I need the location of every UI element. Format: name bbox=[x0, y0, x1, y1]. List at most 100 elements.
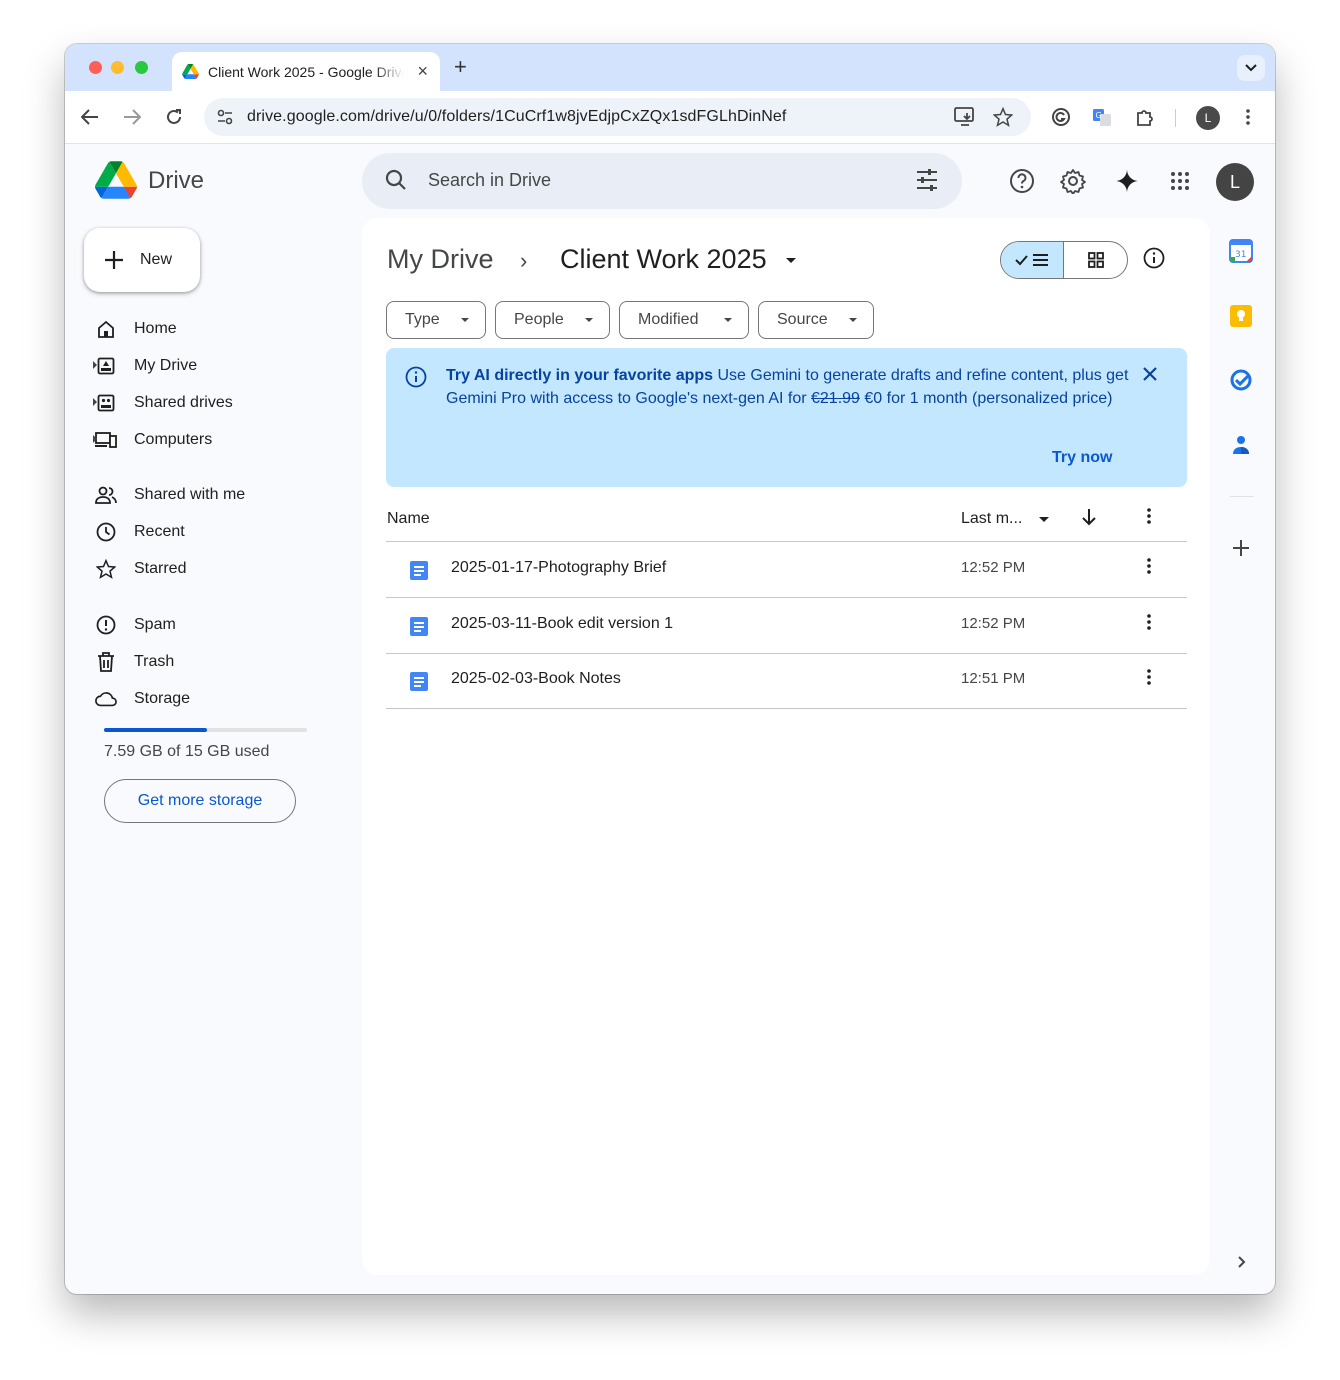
more-options-icon[interactable] bbox=[1147, 508, 1151, 529]
sidebar-item-shared-with-me[interactable]: Shared with me bbox=[95, 480, 245, 510]
close-window-button[interactable] bbox=[89, 61, 102, 74]
settings-gear-icon[interactable] bbox=[1059, 167, 1087, 195]
browser-profile-avatar[interactable]: L bbox=[1196, 106, 1220, 130]
banner-old-price: €21.99 bbox=[811, 390, 860, 407]
sidebar-item-spam[interactable]: Spam bbox=[95, 610, 176, 640]
search-icon[interactable] bbox=[385, 169, 407, 196]
sort-field-dropdown-icon[interactable] bbox=[1039, 517, 1049, 522]
file-name: 2025-02-03-Book Notes bbox=[451, 670, 621, 687]
filter-source-chip[interactable]: Source bbox=[758, 301, 874, 339]
maximize-window-button[interactable] bbox=[135, 61, 148, 74]
breadcrumb-current-folder[interactable]: Client Work 2025 bbox=[560, 244, 767, 275]
storage-usage-text: 7.59 GB of 15 GB used bbox=[104, 743, 270, 760]
plus-icon bbox=[105, 251, 123, 269]
help-icon[interactable] bbox=[1008, 167, 1036, 195]
info-icon bbox=[405, 366, 427, 393]
browser-menu-icon[interactable] bbox=[1237, 106, 1259, 128]
expand-caret-icon[interactable] bbox=[93, 398, 97, 406]
sidebar-item-label: Recent bbox=[134, 523, 185, 540]
rail-divider bbox=[1230, 496, 1254, 497]
filter-type-chip[interactable]: Type bbox=[386, 301, 486, 339]
search-input[interactable]: Search in Drive bbox=[362, 153, 962, 209]
apps-grid-icon[interactable] bbox=[1166, 167, 1194, 195]
get-more-storage-button[interactable]: Get more storage bbox=[104, 779, 296, 823]
storage-progress-bar bbox=[104, 728, 307, 732]
grid-view-button[interactable] bbox=[1064, 242, 1127, 278]
sidebar-item-label: Starred bbox=[134, 560, 187, 577]
computers-icon bbox=[95, 429, 117, 451]
contacts-icon[interactable] bbox=[1229, 433, 1253, 457]
tasks-icon[interactable] bbox=[1229, 368, 1253, 392]
close-tab-icon[interactable]: × bbox=[417, 61, 428, 82]
breadcrumb-my-drive[interactable]: My Drive bbox=[387, 244, 494, 275]
list-view-button[interactable] bbox=[1001, 242, 1064, 278]
sidebar-item-trash[interactable]: Trash bbox=[95, 647, 174, 677]
minimize-window-button[interactable] bbox=[111, 61, 124, 74]
file-row[interactable]: 2025-03-11-Book edit version 1 12:52 PM bbox=[386, 598, 1187, 654]
cloud-icon bbox=[95, 688, 117, 710]
try-now-button[interactable]: Try now bbox=[1052, 449, 1112, 467]
close-icon[interactable] bbox=[1142, 366, 1158, 387]
translate-extension-icon[interactable]: G bbox=[1091, 106, 1113, 128]
bookmark-star-icon[interactable] bbox=[992, 106, 1014, 132]
gemini-sparkle-icon[interactable] bbox=[1113, 167, 1141, 195]
install-app-icon[interactable] bbox=[954, 107, 976, 132]
file-row[interactable]: 2025-02-03-Book Notes 12:51 PM bbox=[386, 653, 1187, 709]
browser-toolbar: drive.google.com/drive/u/0/folders/1CuCr… bbox=[65, 91, 1275, 144]
column-name-header[interactable]: Name bbox=[387, 510, 430, 528]
tab-title: Client Work 2025 - Google Drive bbox=[208, 63, 404, 80]
tab-search-button[interactable] bbox=[1237, 55, 1265, 81]
new-button[interactable]: New bbox=[84, 228, 200, 292]
sidebar-item-starred[interactable]: Starred bbox=[95, 554, 186, 584]
address-bar[interactable]: drive.google.com/drive/u/0/folders/1CuCr… bbox=[204, 98, 1031, 136]
sidebar-item-home[interactable]: Home bbox=[95, 314, 177, 344]
info-icon[interactable] bbox=[1143, 247, 1165, 274]
sidebar-item-storage[interactable]: Storage bbox=[95, 684, 190, 714]
forward-icon[interactable] bbox=[121, 106, 143, 128]
reload-icon[interactable] bbox=[163, 106, 185, 128]
keep-icon[interactable] bbox=[1229, 304, 1253, 328]
expand-caret-icon[interactable] bbox=[93, 361, 97, 369]
filter-label: People bbox=[514, 311, 564, 328]
browser-window: Client Work 2025 - Google Drive × + driv… bbox=[65, 44, 1275, 1294]
folder-menu-caret-icon[interactable] bbox=[786, 258, 796, 263]
app-name[interactable]: Drive bbox=[148, 167, 204, 195]
storage-progress-fill bbox=[104, 728, 207, 732]
filter-people-chip[interactable]: People bbox=[495, 301, 610, 339]
sort-direction-arrow-icon[interactable] bbox=[1081, 508, 1097, 531]
people-icon bbox=[95, 484, 117, 506]
site-settings-icon[interactable] bbox=[216, 108, 234, 131]
svg-text:G: G bbox=[1096, 111, 1102, 120]
expand-caret-icon[interactable] bbox=[93, 435, 97, 443]
more-options-icon[interactable] bbox=[1147, 614, 1151, 635]
browser-tab[interactable]: Client Work 2025 - Google Drive × bbox=[172, 52, 440, 91]
add-addon-icon[interactable] bbox=[1229, 536, 1253, 560]
star-icon bbox=[95, 558, 117, 580]
drive-logo-icon[interactable] bbox=[95, 161, 137, 204]
grid-view-icon bbox=[1087, 252, 1104, 268]
search-options-icon[interactable] bbox=[915, 169, 939, 196]
filter-label: Type bbox=[405, 311, 440, 328]
sidebar-item-label: My Drive bbox=[134, 357, 198, 374]
breadcrumb-separator: › bbox=[520, 248, 528, 273]
sidebar-item-computers[interactable]: Computers bbox=[93, 425, 212, 455]
grammarly-extension-icon[interactable] bbox=[1050, 106, 1072, 128]
account-avatar[interactable]: L bbox=[1216, 163, 1254, 201]
calendar-icon[interactable]: 31 bbox=[1229, 239, 1253, 263]
more-options-icon[interactable] bbox=[1147, 558, 1151, 579]
banner-body-2: €0 for 1 month (personalized price) bbox=[859, 390, 1113, 407]
filter-modified-chip[interactable]: Modified bbox=[619, 301, 749, 339]
home-icon bbox=[95, 318, 117, 340]
sidebar-item-shared-drives[interactable]: Shared drives bbox=[93, 388, 233, 418]
back-icon[interactable] bbox=[79, 106, 101, 128]
dropdown-arrow-icon bbox=[461, 318, 469, 322]
more-options-icon[interactable] bbox=[1147, 669, 1151, 690]
new-tab-icon[interactable]: + bbox=[454, 54, 467, 80]
extensions-puzzle-icon[interactable] bbox=[1134, 106, 1156, 128]
chevron-right-icon[interactable] bbox=[1229, 1250, 1253, 1274]
column-modified-header[interactable]: Last m... bbox=[961, 510, 1022, 528]
file-row[interactable]: 2025-01-17-Photography Brief 12:52 PM bbox=[386, 542, 1187, 598]
sidebar-item-my-drive[interactable]: My Drive bbox=[93, 351, 198, 381]
sidebar-item-recent[interactable]: Recent bbox=[95, 517, 185, 547]
dropdown-arrow-icon bbox=[724, 318, 732, 322]
